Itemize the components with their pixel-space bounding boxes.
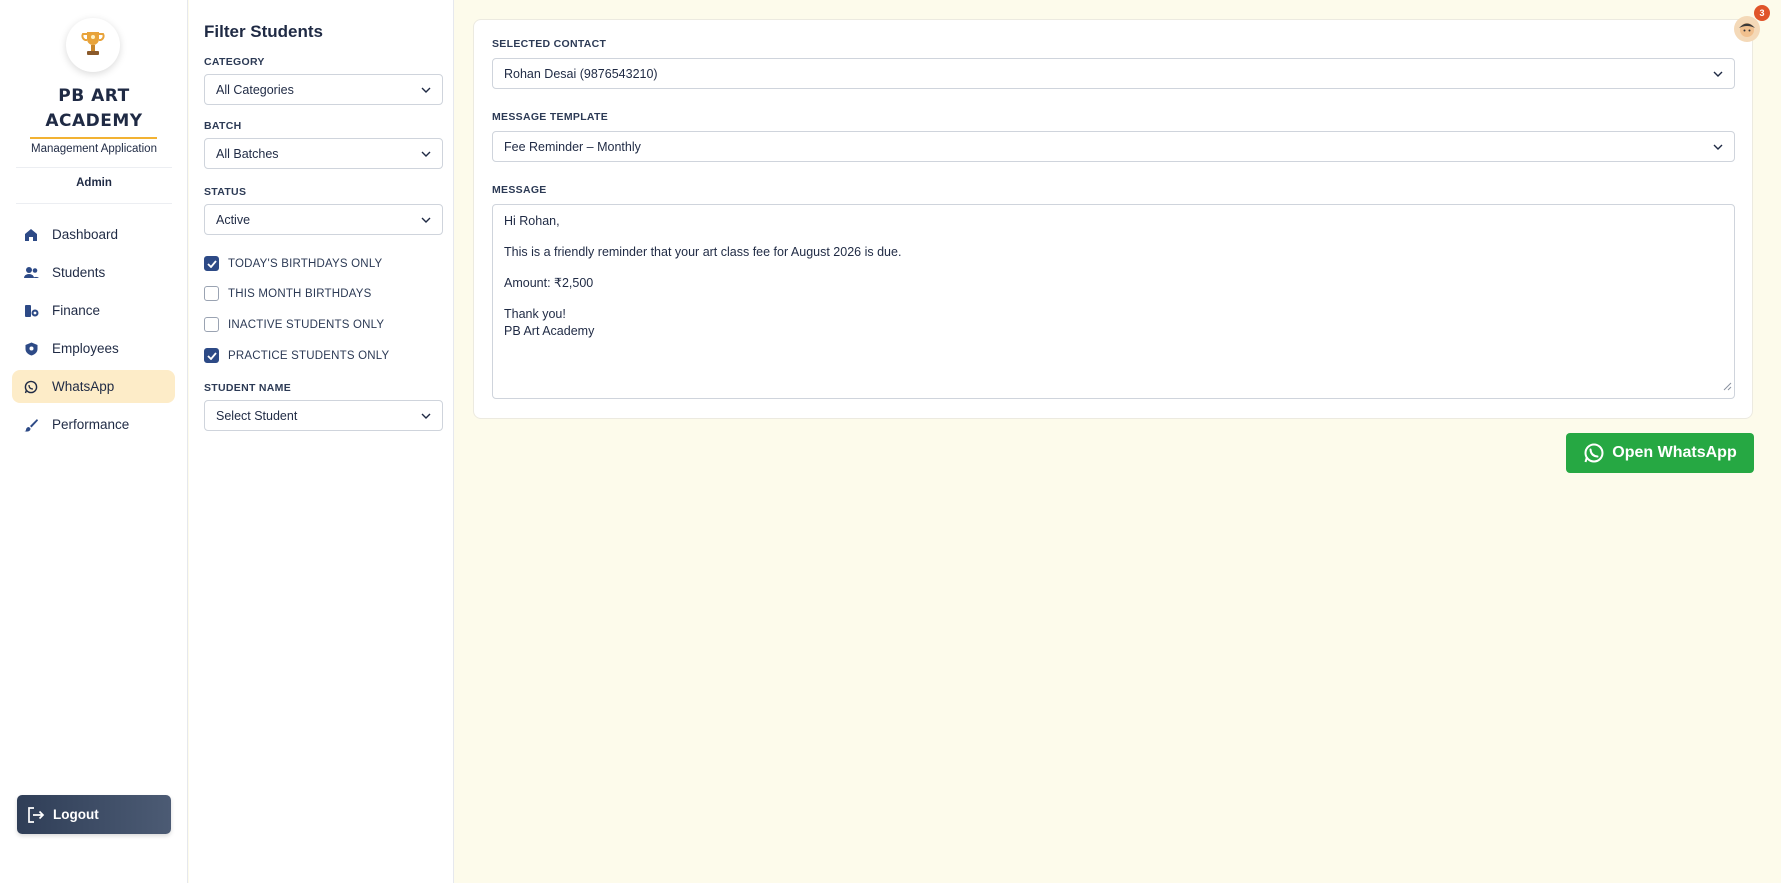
app-tagline: Management Application [31,143,157,155]
filter-panel: Filter Students CATEGORY All Categories … [189,0,454,883]
tagline-accent-line [30,137,157,139]
checkmark-icon [206,259,217,268]
trophy-logo-icon [81,32,105,55]
checkmark-icon [206,351,217,360]
nav-item-performance[interactable]: Performance [12,408,175,441]
checkbox-label: THIS MONTH BIRTHDAYS [228,287,372,300]
checkbox-unchecked[interactable] [204,286,219,301]
open-whatsapp-button[interactable]: Open WhatsApp [1566,433,1754,473]
resize-grip-icon[interactable] [1723,379,1732,396]
academy-logo [66,18,120,72]
nav-item-label: Finance [52,303,101,318]
batch-label: BATCH [204,120,242,132]
status-label: STATUS [204,186,247,198]
message-textarea[interactable]: Hi Rohan, This is a friendly reminder th… [492,204,1735,399]
checkbox-label: PRACTICE STUDENTS ONLY [228,349,390,362]
avatar-icon [1739,23,1755,37]
checkbox-checked[interactable] [204,348,219,363]
users-icon [23,265,39,281]
brush-icon [23,417,39,433]
divider [16,167,172,168]
user-avatar[interactable] [1734,16,1760,42]
batch-select[interactable]: All Batches [204,138,443,169]
message-template-value: Fee Reminder – Monthly [504,139,641,154]
message-signature: PB Art Academy [504,324,595,338]
sidebar: PB ART ACADEMY Management Application Ad… [0,0,188,883]
status-value: Active [216,212,251,227]
this-month-birthdays-checkbox[interactable]: THIS MONTH BIRTHDAYS [204,286,372,301]
chevron-down-icon [421,151,431,157]
nav-item-label: Students [52,265,106,280]
whatsapp-icon [1583,442,1605,464]
chevron-down-icon [421,413,431,419]
message-body: This is a friendly reminder that your ar… [504,245,902,259]
student-name-select[interactable]: Select Student [204,400,443,431]
checkbox-unchecked[interactable] [204,317,219,332]
nav-item-label: WhatsApp [52,379,115,394]
nav-item-label: Performance [52,417,130,432]
divider [16,203,172,204]
checkbox-label: INACTIVE STUDENTS ONLY [228,318,385,331]
checkbox-label: TODAY'S BIRTHDAYS ONLY [228,257,383,270]
shield-icon [23,341,39,357]
chevron-down-icon [1713,144,1723,150]
nav-item-employees[interactable]: Employees [12,332,175,365]
chevron-down-icon [421,217,431,223]
message-card: SELECTED CONTACT Rohan Desai (9876543210… [473,19,1753,419]
student-name-value: Select Student [216,408,298,423]
nav-item-students[interactable]: Students [12,256,175,289]
chevron-down-icon [421,87,431,93]
notification-badge: 3 [1754,5,1770,21]
logout-icon [27,806,45,823]
checkbox-checked[interactable] [204,256,219,271]
chevron-down-icon [1713,71,1723,77]
message-amount: Amount: ₹2,500 [504,276,594,290]
nav-item-dashboard[interactable]: Dashboard [12,218,175,251]
category-value: All Categories [216,82,294,97]
selected-contact-select[interactable]: Rohan Desai (9876543210) [492,58,1735,89]
nav-item-label: Dashboard [52,227,119,242]
logout-button[interactable]: Logout [17,795,171,834]
practice-students-checkbox[interactable]: PRACTICE STUDENTS ONLY [204,348,389,363]
category-select[interactable]: All Categories [204,74,443,105]
status-select[interactable]: Active [204,204,443,235]
filter-panel-title: Filter Students [204,22,324,41]
academy-name: PB ART ACADEMY [45,86,143,131]
nav-item-label: Employees [52,341,119,356]
nav-item-whatsapp[interactable]: WhatsApp [12,370,175,403]
user-role: Admin [76,177,112,189]
message-greeting: Hi Rohan, [504,214,560,228]
student-name-label: STUDENT NAME [204,382,292,394]
logout-label: Logout [53,807,99,822]
message-template-label: MESSAGE TEMPLATE [492,111,609,123]
message-label: MESSAGE [492,184,547,196]
batch-value: All Batches [216,146,279,161]
nav-item-finance[interactable]: Finance [12,294,175,327]
selected-contact-value: Rohan Desai (9876543210) [504,66,658,81]
whatsapp-icon [23,379,39,395]
message-template-select[interactable]: Fee Reminder – Monthly [492,131,1735,162]
selected-contact-label: SELECTED CONTACT [492,38,607,50]
open-whatsapp-label: Open WhatsApp [1612,444,1737,461]
finance-icon [23,303,39,319]
home-icon [23,227,39,243]
main-nav: Dashboard Students Finance Employees Wha… [12,218,175,446]
inactive-students-checkbox[interactable]: INACTIVE STUDENTS ONLY [204,317,384,332]
todays-birthdays-checkbox[interactable]: TODAY'S BIRTHDAYS ONLY [204,256,382,271]
category-label: CATEGORY [204,56,265,68]
message-thanks: Thank you! [504,307,566,321]
